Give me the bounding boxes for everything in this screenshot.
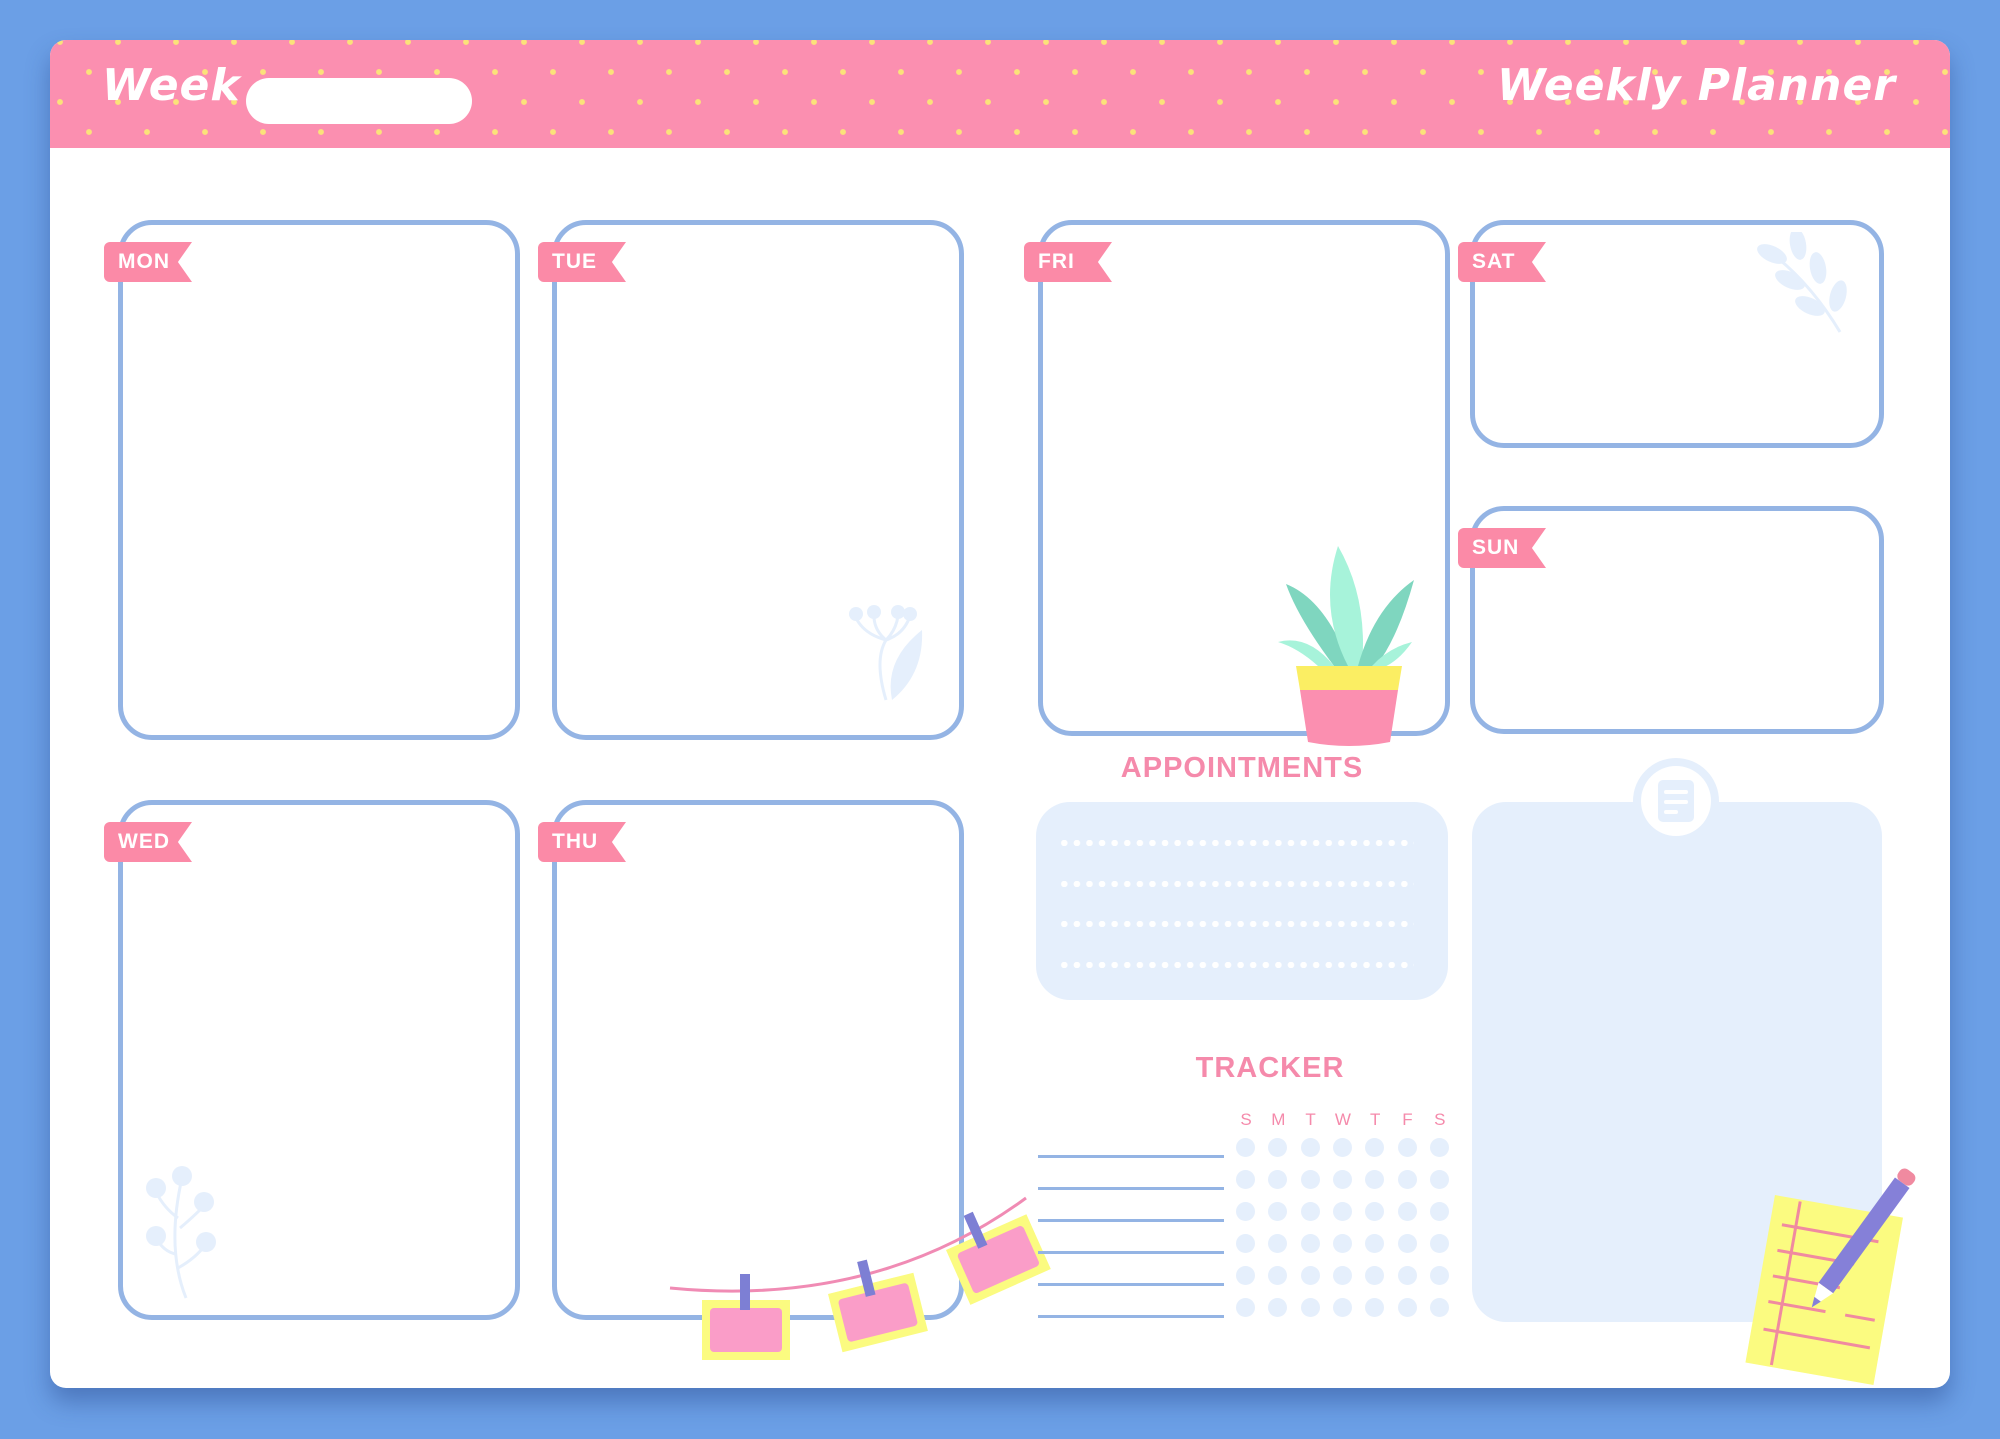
tracker-checkbox[interactable] (1236, 1266, 1255, 1285)
tracker-checkbox[interactable] (1365, 1266, 1385, 1285)
header-banner: Week Weekly Planner (50, 40, 1950, 148)
tracker-day-header: M (1271, 1110, 1286, 1129)
page-title: Weekly Planner (1497, 60, 1896, 111)
tracker-checkbox[interactable] (1332, 1170, 1352, 1189)
tracker-day-header: W (1334, 1110, 1351, 1129)
tracker-checkbox[interactable] (1429, 1170, 1449, 1189)
tracker-checkbox[interactable] (1397, 1298, 1417, 1317)
flower-sprig-icon (849, 605, 923, 701)
tracker-checkbox[interactable] (1268, 1138, 1288, 1157)
tracker-checkbox[interactable] (1365, 1298, 1385, 1317)
appointment-line[interactable] (1058, 881, 1414, 887)
tracker-checkbox[interactable] (1332, 1202, 1352, 1221)
tracker-checkbox[interactable] (1365, 1138, 1385, 1157)
habit-line[interactable] (1038, 1251, 1224, 1254)
week-input[interactable] (246, 78, 472, 124)
tracker-checkbox[interactable] (1236, 1202, 1255, 1221)
tracker-checkbox[interactable] (1397, 1170, 1417, 1189)
tracker-checkbox[interactable] (1268, 1266, 1288, 1285)
day-label: TUE (552, 250, 597, 273)
tracker-title: TRACKER (1195, 1052, 1345, 1084)
tracker-checkbox[interactable] (1365, 1234, 1385, 1253)
plant-pot-icon (1278, 546, 1414, 746)
tracker-day-header: T (1369, 1110, 1381, 1129)
tracker-checkbox[interactable] (1397, 1234, 1417, 1253)
tracker-checkbox[interactable] (1429, 1266, 1449, 1285)
tracker-checkbox[interactable] (1236, 1234, 1255, 1253)
tracker-checkbox[interactable] (1332, 1298, 1352, 1317)
day-label: SUN (1472, 536, 1520, 559)
habit-line[interactable] (1038, 1187, 1224, 1190)
tracker-checkbox[interactable] (1332, 1266, 1352, 1285)
appointments-box[interactable] (1036, 802, 1448, 1000)
habit-line[interactable] (1038, 1219, 1224, 1222)
note-icon (1658, 780, 1694, 822)
hanging-photos-icon (669, 1196, 1051, 1360)
tracker-day-header: T (1305, 1110, 1316, 1129)
day-label: THU (552, 830, 599, 853)
tracker-checkbox[interactable] (1236, 1298, 1255, 1317)
notes-badge (1633, 758, 1719, 844)
appointment-line[interactable] (1058, 840, 1414, 846)
habit-line[interactable] (1038, 1155, 1224, 1158)
tracker-checkbox[interactable] (1365, 1170, 1385, 1189)
tracker-checkbox[interactable] (1429, 1298, 1449, 1317)
tracker-checkbox[interactable] (1397, 1138, 1417, 1157)
day-label: FRI (1038, 250, 1075, 273)
tracker-day-header: F (1402, 1110, 1413, 1129)
appointments-title: APPOINTMENTS (1120, 752, 1364, 784)
tracker-checkbox[interactable] (1365, 1202, 1385, 1221)
day-label: SAT (1472, 250, 1516, 273)
tracker-checkbox[interactable] (1429, 1202, 1449, 1221)
tracker-checkbox[interactable] (1332, 1234, 1352, 1253)
week-label: Week (102, 60, 241, 111)
tracker-day-header: S (1240, 1110, 1252, 1129)
tracker-checkbox[interactable] (1268, 1202, 1288, 1221)
tracker-checkbox[interactable] (1236, 1138, 1255, 1157)
appointment-line[interactable] (1058, 962, 1414, 968)
tracker-checkbox[interactable] (1429, 1234, 1449, 1253)
tracker-checkbox[interactable] (1236, 1170, 1255, 1189)
habit-line[interactable] (1038, 1315, 1224, 1318)
appointment-line[interactable] (1058, 921, 1414, 927)
leaf-branch-icon (1757, 232, 1847, 333)
berry-branch-icon (146, 1166, 216, 1299)
tracker-checkbox[interactable] (1268, 1234, 1288, 1253)
tracker-checkbox[interactable] (1300, 1266, 1320, 1285)
tracker-checkbox[interactable] (1300, 1138, 1320, 1157)
tracker-checkbox[interactable] (1300, 1234, 1320, 1253)
day-box-mon[interactable] (118, 220, 520, 740)
tracker-checkbox[interactable] (1300, 1170, 1320, 1189)
day-label: MON (118, 250, 170, 273)
tracker-checkbox[interactable] (1429, 1138, 1449, 1157)
notepad-pencil-icon (1745, 1168, 1916, 1386)
tracker-checkbox[interactable] (1397, 1266, 1417, 1285)
tracker-checkbox[interactable] (1397, 1202, 1417, 1221)
tracker-checkbox[interactable] (1268, 1170, 1288, 1189)
tracker-checkbox[interactable] (1332, 1138, 1352, 1157)
tracker-day-header: S (1434, 1110, 1446, 1129)
habit-line[interactable] (1038, 1283, 1224, 1286)
planner-sheet: Week Weekly Planner MON TUE WED THU FRI … (50, 40, 1950, 1388)
tracker-checkbox[interactable] (1300, 1298, 1320, 1317)
tracker-checkbox[interactable] (1268, 1298, 1288, 1317)
tracker-checkbox[interactable] (1300, 1202, 1320, 1221)
day-label: WED (118, 830, 170, 853)
